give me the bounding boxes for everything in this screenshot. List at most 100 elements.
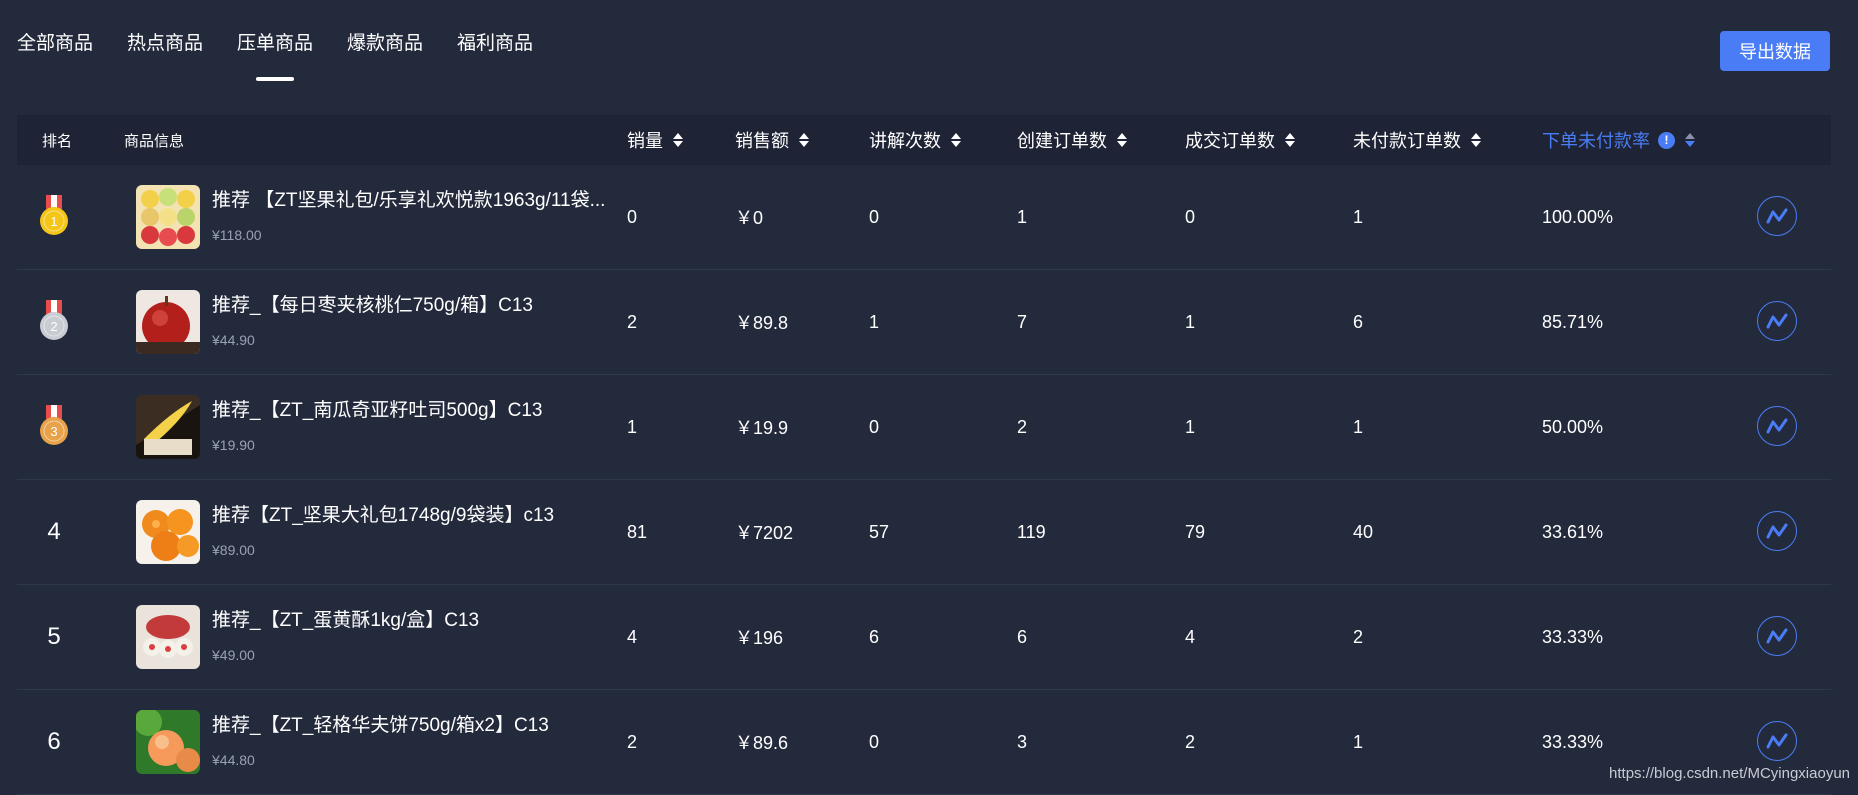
deal-orders-cell: 79 <box>1185 521 1206 542</box>
unpaid-rate-cell: 33.33% <box>1542 626 1604 647</box>
sales-cell: 4 <box>627 626 638 647</box>
unpaid-orders-cell: 1 <box>1353 206 1364 227</box>
active-tab-indicator <box>256 77 294 81</box>
created-orders-cell: 1 <box>1017 206 1028 227</box>
svg-text:3: 3 <box>50 424 57 439</box>
info-icon[interactable]: ! <box>1658 131 1675 149</box>
column-header-explain-count[interactable]: 讲解次数 <box>869 115 961 165</box>
tab-all-products[interactable]: 全部商品 <box>17 28 93 55</box>
table-row: 6 推荐_【ZT_轻格华夫饼750g/箱x2】C13 ¥44.80 2 ￥89.6 0 3 2… <box>17 690 1831 795</box>
sales-cell: 81 <box>627 521 648 542</box>
unpaid-orders-cell: 6 <box>1353 311 1364 332</box>
trend-icon <box>1766 733 1788 749</box>
column-header-unpaid-orders[interactable]: 未付款订单数 <box>1353 115 1481 165</box>
deal-orders-cell: 0 <box>1185 206 1196 227</box>
sort-icon[interactable] <box>1285 133 1295 147</box>
revenue-cell: ￥0 <box>735 208 764 228</box>
tab-stuck-order-products[interactable]: 压单商品 <box>237 28 313 81</box>
svg-text:2: 2 <box>50 319 57 334</box>
tab-bestseller-products[interactable]: 爆款商品 <box>347 28 423 55</box>
header-label: 成交订单数 <box>1185 131 1275 151</box>
product-thumbnail[interactable] <box>136 710 200 774</box>
trend-icon <box>1766 418 1788 434</box>
explain-count-cell: 0 <box>869 206 880 227</box>
unpaid-rate-cell: 50.00% <box>1542 416 1604 437</box>
tab-welfare-products[interactable]: 福利商品 <box>457 28 533 55</box>
column-header-unpaid-rate[interactable]: 下单未付款率! <box>1542 115 1695 165</box>
deal-orders-cell: 1 <box>1185 311 1196 332</box>
created-orders-cell: 119 <box>1017 521 1046 542</box>
explain-count-cell: 1 <box>869 311 880 332</box>
header-label: 下单未付款率 <box>1542 131 1650 151</box>
product-ranking-table: 排名 商品信息 销量 销售额 讲解次数 创建订单数 成交订单数 未付款订单数 下… <box>17 115 1831 795</box>
header-label: 销售额 <box>735 131 789 151</box>
product-thumbnail[interactable] <box>136 290 200 354</box>
table-row: 1 推荐 【ZT坚果礼包/乐享礼欢悦款1963g/11袋... ¥118.00 0 ￥0… <box>17 165 1831 270</box>
explain-count-cell: 6 <box>869 626 880 647</box>
export-data-button[interactable]: 导出数据 <box>1720 31 1830 71</box>
column-header-revenue[interactable]: 销售额 <box>735 115 809 165</box>
product-title[interactable]: 推荐_【ZT_蛋黄酥1kg/盒】C13 <box>212 605 479 632</box>
trend-chart-button[interactable] <box>1757 406 1797 446</box>
product-price: ¥89.00 <box>212 542 255 558</box>
product-price: ¥44.90 <box>212 332 255 348</box>
unpaid-rate-cell: 85.71% <box>1542 311 1604 332</box>
created-orders-cell: 2 <box>1017 416 1028 437</box>
unpaid-rate-cell: 100.00% <box>1542 206 1614 227</box>
table-row: 4 推荐【ZT_坚果大礼包1748g/9袋装】c13 ¥89.00 81 ￥7202 57… <box>17 480 1831 585</box>
tab-label: 爆款商品 <box>347 33 424 54</box>
product-price: ¥19.90 <box>212 437 255 453</box>
trend-chart-button[interactable] <box>1757 511 1797 551</box>
product-title[interactable]: 推荐_【ZT_南瓜奇亚籽吐司500g】C13 <box>212 395 542 422</box>
product-title[interactable]: 推荐【ZT_坚果大礼包1748g/9袋装】c13 <box>212 500 554 527</box>
column-header-sales[interactable]: 销量 <box>627 115 683 165</box>
table-body: 1 推荐 【ZT坚果礼包/乐享礼欢悦款1963g/11袋... ¥118.00 0 ￥0… <box>17 165 1831 795</box>
explain-count-cell: 0 <box>869 731 880 752</box>
product-price: ¥118.00 <box>212 227 262 243</box>
product-title[interactable]: 推荐_【ZT_轻格华夫饼750g/箱x2】C13 <box>212 710 549 737</box>
header-label: 销量 <box>627 131 663 151</box>
created-orders-cell: 6 <box>1017 626 1028 647</box>
watermark: https://blog.csdn.net/MCyingxiaoyun <box>1609 765 1850 782</box>
sort-icon[interactable] <box>1117 133 1127 147</box>
column-header-product: 商品信息 <box>124 115 184 165</box>
product-title[interactable]: 推荐_【每日枣夹核桃仁750g/箱】C13 <box>212 290 533 317</box>
created-orders-cell: 7 <box>1017 311 1028 332</box>
sort-icon[interactable] <box>1471 133 1481 147</box>
rank-medal-icon: 1 <box>39 195 69 237</box>
table-row: 5 推荐_【ZT_蛋黄酥1kg/盒】C13 ¥49.00 4 ￥196 6 6 4 2 33.33… <box>17 585 1831 690</box>
product-thumbnail[interactable] <box>136 185 200 249</box>
deal-orders-cell: 4 <box>1185 626 1196 647</box>
trend-chart-button[interactable] <box>1757 616 1797 656</box>
tab-label: 热点商品 <box>127 33 204 54</box>
unpaid-rate-cell: 33.61% <box>1542 521 1604 542</box>
tab-label: 全部商品 <box>17 33 94 54</box>
revenue-cell: ￥196 <box>735 628 784 648</box>
header-label: 商品信息 <box>124 132 185 150</box>
product-title[interactable]: 推荐 【ZT坚果礼包/乐享礼欢悦款1963g/11袋... <box>212 185 605 212</box>
sort-icon[interactable] <box>951 133 961 147</box>
unpaid-orders-cell: 1 <box>1353 416 1364 437</box>
column-header-rank: 排名 <box>42 115 72 165</box>
trend-chart-button[interactable] <box>1757 301 1797 341</box>
trend-chart-button[interactable] <box>1757 721 1797 761</box>
sort-icon[interactable] <box>673 133 683 147</box>
column-header-deal-orders[interactable]: 成交订单数 <box>1185 115 1295 165</box>
product-thumbnail[interactable] <box>136 395 200 459</box>
sales-cell: 1 <box>627 416 638 437</box>
unpaid-rate-cell: 33.33% <box>1542 731 1604 752</box>
sort-icon[interactable] <box>1685 133 1695 147</box>
unpaid-orders-cell: 40 <box>1353 521 1374 542</box>
trend-chart-button[interactable] <box>1757 196 1797 236</box>
tab-hot-products[interactable]: 热点商品 <box>127 28 203 55</box>
revenue-cell: ￥19.9 <box>735 418 789 438</box>
product-thumbnail[interactable] <box>136 500 200 564</box>
column-header-created-orders[interactable]: 创建订单数 <box>1017 115 1127 165</box>
rank-medal-icon: 3 <box>39 405 69 447</box>
revenue-cell: ￥89.8 <box>735 313 789 333</box>
header-label: 排名 <box>42 132 73 150</box>
sort-icon[interactable] <box>799 133 809 147</box>
header-label: 创建订单数 <box>1017 131 1107 151</box>
product-thumbnail[interactable] <box>136 605 200 669</box>
explain-count-cell: 0 <box>869 416 880 437</box>
